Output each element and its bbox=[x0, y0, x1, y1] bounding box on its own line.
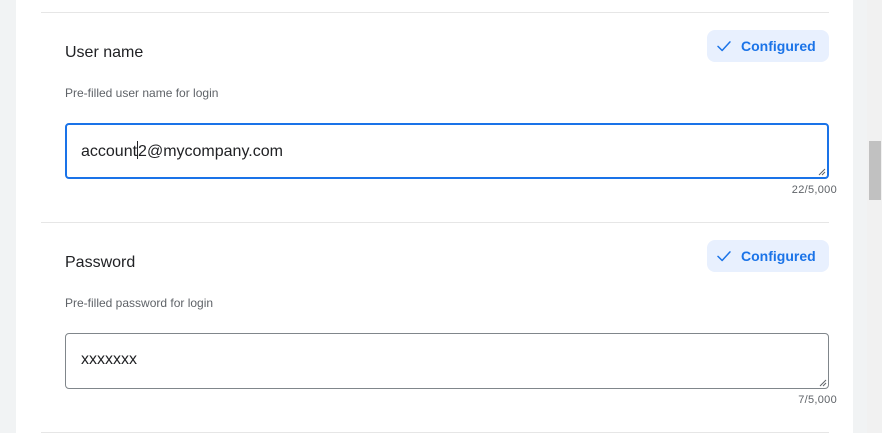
badge-label: Configured bbox=[741, 38, 816, 54]
input-value-part: 2@mycompany.com bbox=[138, 143, 283, 160]
field-title: User name bbox=[65, 44, 144, 61]
configured-badge: Configured bbox=[707, 240, 829, 272]
username-input[interactable]: account2@mycompany.com bbox=[65, 123, 829, 179]
settings-panel: User name Configured Pre-filled user nam… bbox=[16, 0, 853, 433]
input-value-part: account bbox=[81, 143, 138, 160]
character-counter: 7/5,000 bbox=[798, 394, 837, 406]
badge-label: Configured bbox=[741, 248, 816, 264]
check-icon bbox=[717, 251, 731, 262]
check-icon bbox=[717, 41, 731, 52]
input-value: xxxxxxx bbox=[81, 351, 137, 368]
configured-badge: Configured bbox=[707, 30, 829, 62]
divider bbox=[41, 12, 829, 13]
resize-handle-icon[interactable] bbox=[818, 168, 826, 176]
field-description: Pre-filled user name for login bbox=[65, 86, 219, 100]
scrollbar-thumb[interactable] bbox=[869, 141, 881, 200]
field-title: Password bbox=[65, 254, 136, 271]
password-input[interactable]: xxxxxxx bbox=[65, 333, 829, 389]
resize-handle-icon[interactable] bbox=[819, 379, 827, 387]
field-description: Pre-filled password for login bbox=[65, 296, 214, 310]
character-counter: 22/5,000 bbox=[791, 184, 837, 196]
divider bbox=[41, 222, 829, 223]
scrollbar[interactable] bbox=[867, 0, 882, 433]
